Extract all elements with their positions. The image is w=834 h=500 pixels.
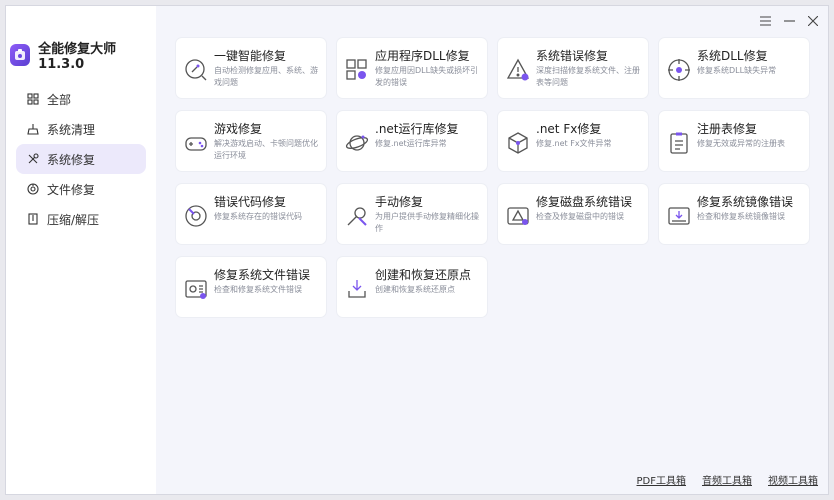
card-desc: 修复应用因DLL缺失或损坏引发的错误 — [375, 66, 479, 87]
disc-wrench-icon — [184, 204, 208, 228]
cube-icon — [506, 131, 530, 155]
footer-links: PDF工具箱 音频工具箱 视频工具箱 — [637, 472, 818, 487]
card-title: 系统错误修复 — [536, 49, 609, 63]
tool-card-system-dll-repair[interactable]: 系统DLL修复 修复系统DLL缺失异常 — [659, 38, 809, 98]
tool-card-manual-repair[interactable]: 手动修复 为用户提供手动修复精细化操作 — [337, 184, 487, 244]
sidebar-item-all[interactable]: 全部 — [16, 84, 146, 114]
tool-card-smart-repair[interactable]: 一键智能修复 自动检测修复应用、系统、游戏问题 — [176, 38, 326, 98]
target-icon — [667, 58, 691, 82]
card-title: .net运行库修复 — [375, 122, 459, 136]
tool-card-disk-error-repair[interactable]: 修复磁盘系统错误 检查及修复磁盘中的错误 — [498, 184, 648, 244]
dll-grid-icon — [345, 58, 369, 82]
card-title: 应用程序DLL修复 — [375, 49, 470, 63]
planet-icon — [345, 131, 369, 155]
tool-card-registry-repair[interactable]: 注册表修复 修复无效或异常的注册表 — [659, 111, 809, 171]
card-desc: 创建和恢复系统还原点 — [375, 285, 455, 294]
tool-card-system-file-repair[interactable]: 修复系统文件错误 检查和修复系统文件错误 — [176, 257, 326, 317]
gamepad-icon — [184, 131, 208, 155]
card-title: 修复系统镜像错误 — [697, 195, 794, 209]
sidebar-item-label: 压缩/解压 — [47, 212, 100, 227]
card-title: 修复系统文件错误 — [214, 268, 311, 282]
clipboard-icon — [667, 131, 691, 155]
app-title: 全能修复大师 11.3.0 — [38, 42, 117, 72]
sidebar-item-file-repair[interactable]: 文件修复 — [16, 174, 146, 204]
card-title: 一键智能修复 — [214, 49, 287, 63]
card-title: 错误代码修复 — [214, 195, 287, 209]
restore-icon — [345, 277, 369, 301]
card-desc: 修复.net Fx文件异常 — [536, 139, 612, 148]
card-title: 创建和恢复还原点 — [375, 268, 472, 282]
card-desc: 修复系统存在的错误代码 — [214, 212, 302, 221]
card-desc: 自动检测修复应用、系统、游戏问题 — [214, 66, 318, 87]
archive-icon — [26, 212, 40, 226]
grid-icon — [26, 92, 40, 106]
tools-icon — [345, 204, 369, 228]
card-desc: 为用户提供手动修复精细化操作 — [375, 212, 479, 233]
tool-card-system-image-repair[interactable]: 修复系统镜像错误 检查和修复系统镜像错误 — [659, 184, 809, 244]
main-panel: 一键智能修复 自动检测修复应用、系统、游戏问题 应用程序DLL修复 修复应用因D… — [156, 6, 828, 494]
card-desc: 修复无效或异常的注册表 — [697, 139, 785, 148]
card-title: 手动修复 — [375, 195, 424, 209]
image-download-icon — [667, 204, 691, 228]
sidebar-item-label: 系统清理 — [47, 122, 96, 137]
card-title: 游戏修复 — [214, 122, 263, 136]
disk-warning-icon — [506, 204, 530, 228]
sidebar-nav: 全部 系统清理 系统修复 文件修复 压缩/解压 — [16, 84, 146, 234]
card-desc: 解决游戏启动、卡顿问题优化运行环境 — [214, 139, 318, 160]
tool-grid: 一键智能修复 自动检测修复应用、系统、游戏问题 应用程序DLL修复 修复应用因D… — [176, 38, 809, 317]
tool-card-system-error-repair[interactable]: 系统错误修复 深度扫描修复系统文件、注册表等问题 — [498, 38, 648, 98]
tool-card-error-code-repair[interactable]: 错误代码修复 修复系统存在的错误代码 — [176, 184, 326, 244]
card-desc: 检查和修复系统镜像错误 — [697, 212, 785, 221]
tool-card-app-dll-repair[interactable]: 应用程序DLL修复 修复应用因DLL缺失或损坏引发的错误 — [337, 38, 487, 98]
card-title: 系统DLL修复 — [697, 49, 768, 63]
app-logo-icon — [10, 44, 31, 66]
magnifier-wrench-icon — [184, 58, 208, 82]
card-title: 注册表修复 — [697, 122, 758, 136]
sidebar-item-system-clean[interactable]: 系统清理 — [16, 114, 146, 144]
file-repair-icon — [26, 182, 40, 196]
tool-card-game-repair[interactable]: 游戏修复 解决游戏启动、卡顿问题优化运行环境 — [176, 111, 326, 171]
card-desc: 深度扫描修复系统文件、注册表等问题 — [536, 66, 640, 87]
video-toolbox-link[interactable]: 视频工具箱 — [768, 472, 818, 487]
card-title: .net Fx修复 — [536, 122, 602, 136]
sidebar-item-label: 全部 — [47, 92, 72, 107]
window-controls — [758, 14, 820, 28]
brand: 全能修复大师 11.3.0 — [10, 38, 156, 72]
card-desc: 检查及修复磁盘中的错误 — [536, 212, 624, 221]
tool-card-net-runtime-repair[interactable]: .net运行库修复 修复.net运行库异常 — [337, 111, 487, 171]
minimize-icon[interactable] — [782, 14, 796, 28]
file-scan-icon — [184, 277, 208, 301]
tool-card-net-fx-repair[interactable]: .net Fx修复 修复.net Fx文件异常 — [498, 111, 648, 171]
tool-card-restore-point[interactable]: 创建和恢复还原点 创建和恢复系统还原点 — [337, 257, 487, 317]
sidebar-item-system-repair[interactable]: 系统修复 — [16, 144, 146, 174]
card-title: 修复磁盘系统错误 — [536, 195, 633, 209]
sidebar-item-label: 文件修复 — [47, 182, 96, 197]
pdf-toolbox-link[interactable]: PDF工具箱 — [637, 472, 686, 487]
menu-icon[interactable] — [758, 14, 772, 28]
broom-icon — [26, 122, 40, 136]
card-desc: 修复.net运行库异常 — [375, 139, 447, 148]
audio-toolbox-link[interactable]: 音频工具箱 — [702, 472, 752, 487]
sidebar-item-archive[interactable]: 压缩/解压 — [16, 204, 146, 234]
wrench-icon — [26, 152, 40, 166]
warning-triangle-icon — [506, 58, 530, 82]
card-desc: 检查和修复系统文件错误 — [214, 285, 302, 294]
sidebar: 全能修复大师 11.3.0 全部 系统清理 系统修复 文件修复 压缩/解压 — [6, 6, 156, 494]
card-desc: 修复系统DLL缺失异常 — [697, 66, 777, 75]
app-window: 全能修复大师 11.3.0 全部 系统清理 系统修复 文件修复 压缩/解压 一键… — [5, 5, 829, 495]
close-icon[interactable] — [806, 14, 820, 28]
sidebar-item-label: 系统修复 — [47, 152, 96, 167]
